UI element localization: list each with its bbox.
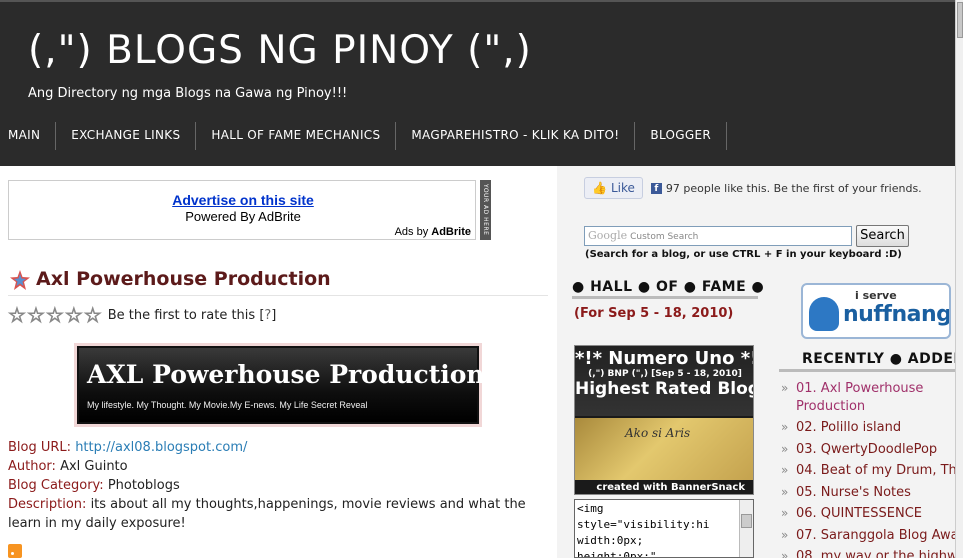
recently-added-list: 01. Axl Powerhouse Production 02. Polill… (779, 380, 955, 558)
google-logo: Google (588, 229, 628, 242)
main-content: Advertise on this site Powered By AdBrit… (0, 166, 557, 558)
recent-item[interactable]: 05. Nurse's Notes (779, 484, 955, 502)
adbrite-ad: Advertise on this site Powered By AdBrit… (8, 180, 476, 240)
page-scrollbar[interactable] (955, 0, 963, 558)
embed-code-textarea[interactable]: <img style="visibility:hi width:0px; hei… (574, 499, 754, 558)
recent-item[interactable]: 06. QUINTESSENCE (779, 505, 955, 523)
nuffnang-logo-icon (809, 297, 839, 331)
ads-by-brand: AdBrite (431, 226, 471, 238)
recently-added-title: RECENTLY ● ADDED (779, 351, 955, 372)
category-label: Blog Category: (8, 478, 104, 493)
star-burst-icon (10, 270, 30, 290)
thumbs-up-icon: 👍 (592, 181, 607, 195)
numero-signature: Ako si Aris (625, 426, 691, 440)
hall-of-fame-title: ● HALL ● OF ● FAME ● (572, 279, 764, 299)
nuffnang-badge[interactable]: i serve nuffnang (801, 283, 951, 339)
embed-code-text: <img style="visibility:hi width:0px; hei… (577, 502, 710, 558)
nav-main[interactable]: MAIN (0, 122, 57, 150)
blog-url-link[interactable]: http://axl08.blogspot.com/ (75, 440, 247, 455)
star-icon[interactable]: ☆ (8, 305, 27, 326)
hall-of-fame-date: (For Sep 5 - 18, 2010) (574, 306, 734, 321)
rating-widget: ☆ ☆ ☆ ☆ ☆ Be the first to rate this [?] (8, 304, 277, 326)
rss-icon[interactable] (8, 544, 22, 558)
site-header: (,") BLOGS NG PINOY (",) Ang Directory n… (0, 0, 955, 166)
facebook-like-widget: 👍 Like f 97 people like this. Be the firs… (584, 177, 922, 199)
bannersnack-credit: created with BannerSnack (596, 482, 745, 493)
nav-magparehistro[interactable]: MAGPAREHISTRO - KLIK KA DITO! (396, 122, 636, 150)
nav-blogger[interactable]: BLOGGER (635, 122, 727, 150)
numero-image: Ako si Aris (575, 418, 753, 480)
facebook-like-button[interactable]: 👍 Like (584, 177, 643, 199)
blog-url-row: Blog URL: http://axl08.blogspot.com/ (8, 438, 553, 457)
site-title[interactable]: (,") BLOGS NG PINOY (",) (28, 28, 532, 73)
like-label: Like (610, 181, 635, 195)
numero-uno-banner[interactable]: *!* Numero Uno *!* (,") BNP (",) [Sep 5 … (574, 345, 754, 495)
recent-item[interactable]: 07. Saranggola Blog Awa (779, 527, 955, 545)
rating-text: Be the first to rate this [?] (108, 308, 277, 323)
blog-url-label: Blog URL: (8, 440, 72, 455)
recent-item[interactable]: 03. QwertyDoodlePop (779, 441, 955, 459)
banner-subtitle: My lifestyle. My Thought. My Movie.My E-… (87, 400, 368, 410)
post-title[interactable]: Axl Powerhouse Production (36, 268, 331, 290)
page-scroll-thumb[interactable] (957, 2, 963, 38)
code-scroll-thumb[interactable] (741, 514, 752, 528)
facebook-icon: f (650, 182, 662, 194)
advertise-link[interactable]: Advertise on this site (9, 192, 477, 208)
site-tagline: Ang Directory ng mga Blogs na Gawa ng Pi… (28, 86, 348, 101)
numero-line-3: Highest Rated Blog (575, 379, 754, 399)
rating-prefix: Be the first to rate this [ (107, 307, 265, 323)
ad-powered-by: Powered By AdBrite (185, 209, 301, 224)
main-nav: MAIN EXCHANGE LINKS HALL OF FAME MECHANI… (0, 122, 727, 150)
recent-item[interactable]: 08. my way or the highw (779, 548, 955, 558)
numero-header: *!* Numero Uno *!* (,") BNP (",) [Sep 5 … (575, 346, 754, 416)
ads-by-adbrite[interactable]: Ads by AdBrite (395, 226, 471, 238)
rating-suffix: ] (271, 307, 277, 323)
category-row: Blog Category: Photoblogs (8, 476, 553, 495)
banner-title: AXL Powerhouse Production (87, 360, 485, 389)
nuffnang-name: nuffnang (843, 302, 951, 327)
description-label: Description: (8, 497, 87, 512)
recent-item[interactable]: 02. Polillo island (779, 419, 955, 437)
facebook-like-count: 97 people like this. Be the first of you… (665, 181, 922, 195)
author-value: Axl Guinto (60, 459, 128, 474)
author-row: Author: Axl Guinto (8, 457, 553, 476)
description-row: Description: its about all my thoughts,h… (8, 495, 553, 533)
search-button[interactable]: Search (856, 225, 909, 247)
star-icon[interactable]: ☆ (26, 305, 45, 326)
banner-background: AXL Powerhouse Production My lifestyle. … (79, 348, 485, 422)
search-hint: (Search for a blog, or use CTRL + F in y… (585, 249, 902, 260)
nav-hall-of-fame-mechanics[interactable]: HALL OF FAME MECHANICS (196, 122, 397, 150)
description-value: its about all my thoughts,happenings, mo… (8, 497, 526, 531)
ads-by-prefix: Ads by (394, 226, 432, 238)
star-icon[interactable]: ☆ (45, 305, 64, 326)
post-meta: Blog URL: http://axl08.blogspot.com/ Aut… (8, 438, 553, 533)
numero-line-1: *!* Numero Uno *!* (575, 348, 754, 369)
search-placeholder: Custom Search (630, 232, 699, 242)
star-icon[interactable]: ☆ (83, 305, 102, 326)
nav-exchange-links[interactable]: EXCHANGE LINKS (56, 122, 197, 150)
nuffnang-iserve: i serve (855, 289, 897, 302)
rating-stars[interactable]: ☆ ☆ ☆ ☆ ☆ (8, 305, 103, 326)
author-label: Author: (8, 459, 56, 474)
post-header: Axl Powerhouse Production (8, 268, 548, 296)
search-input[interactable]: Google Custom Search (584, 226, 852, 246)
recent-item[interactable]: 01. Axl Powerhouse Production (779, 380, 955, 415)
code-scrollbar[interactable] (739, 500, 753, 557)
blog-banner[interactable]: AXL Powerhouse Production My lifestyle. … (74, 343, 485, 427)
star-icon[interactable]: ☆ (64, 305, 83, 326)
category-value: Photoblogs (107, 478, 180, 493)
sidebar: 👍 Like f 97 people like this. Be the firs… (557, 166, 955, 558)
numero-line-2: (,") BNP (",) [Sep 5 - 18, 2010] (588, 369, 742, 379)
recent-item[interactable]: 04. Beat of my Drum, The (779, 462, 955, 480)
your-ad-here-tab[interactable]: YOUR AD HERE (480, 180, 491, 240)
